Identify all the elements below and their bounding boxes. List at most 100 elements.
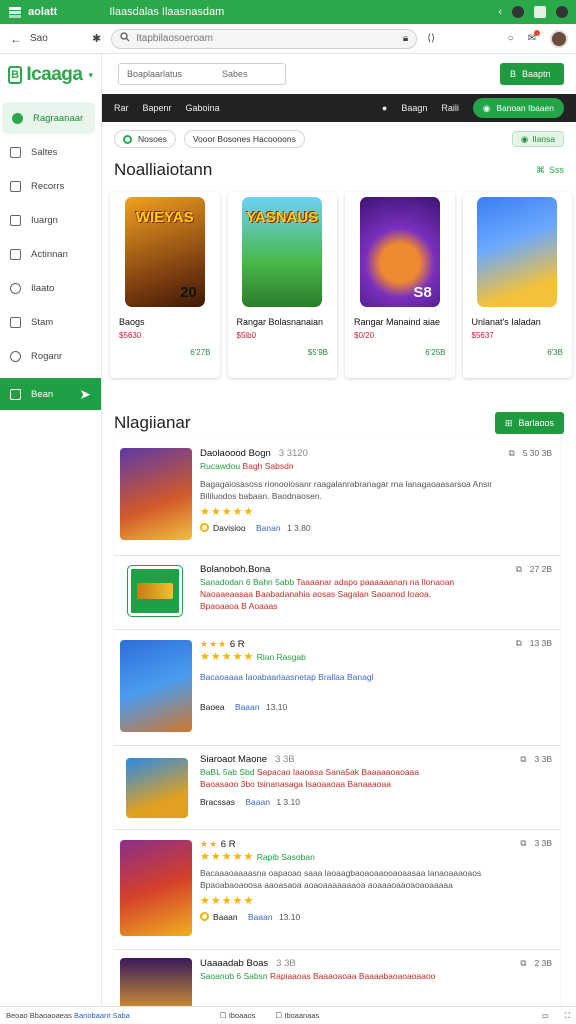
- footer-item[interactable]: ☐ Iboaanaas: [275, 1011, 319, 1020]
- list-item[interactable]: Daolaoood Bogn 3 3120 Rucawdou Bagh Sabsd…: [114, 440, 560, 556]
- logo[interactable]: B Icaaga ▾: [0, 54, 101, 92]
- search-row: Boaplaarlatus Sabes B Baaptn: [102, 54, 576, 94]
- status-title: Ilaasdalas Ilaasnasdam: [109, 6, 225, 18]
- item-tag-alt: Taaaanar adapo paaaaaanan na Ilonaoan: [296, 577, 455, 587]
- sidebar-item-bean[interactable]: Bean ➤: [0, 378, 101, 410]
- segmented-filter[interactable]: Boaplaarlatus Sabes: [118, 63, 286, 85]
- primary-action-button[interactable]: B Baaptn: [500, 63, 564, 85]
- sidebar: B Icaaga ▾ Ragraanaar Saltes Recorrs Iua…: [0, 54, 102, 1006]
- tabs-icon[interactable]: ⟨⟩: [427, 33, 435, 44]
- chevron-down-icon[interactable]: ▾: [88, 70, 93, 81]
- section-title: Nlagiianar: [114, 413, 191, 432]
- sidebar-item-explore[interactable]: Ilaato: [0, 272, 101, 304]
- item-title: 6 R: [229, 639, 245, 650]
- account-icon[interactable]: [556, 6, 568, 18]
- filter-chip-label: Nosoes: [138, 134, 167, 144]
- back-arrow-icon[interactable]: ←: [8, 32, 24, 46]
- item-actions[interactable]: ⧉ 3 3B: [520, 754, 552, 765]
- item-actions[interactable]: ⧉ 27 2B: [516, 564, 552, 575]
- filter-chip-active[interactable]: ◉ Ilansa: [511, 131, 564, 147]
- item-footer-b[interactable]: Baaan: [248, 912, 273, 922]
- copy-icon[interactable]: ⧉: [520, 838, 526, 849]
- list-action-button[interactable]: ⊞ Barlaoos: [494, 412, 564, 434]
- coin-icon: [200, 912, 209, 921]
- segment-right[interactable]: Sabes: [222, 69, 248, 79]
- see-all-link[interactable]: ⌘ Sss: [536, 165, 564, 176]
- game-card[interactable]: YASNAUS Rangar Bolasnanaian $5ib0 $5'9B: [227, 192, 337, 378]
- item-actions[interactable]: ⧉ 3 3B: [520, 838, 552, 849]
- copy-icon[interactable]: ⧉: [520, 754, 526, 765]
- list-item-body: Uaaaadab Boas 3 3B Saoanob 6 Sabsn Rapiaa…: [200, 958, 552, 982]
- item-action-label: 3 3B: [534, 754, 553, 764]
- sidebar-item-settings[interactable]: Roganr: [0, 340, 101, 372]
- item-footer-b[interactable]: Baaan: [235, 702, 260, 712]
- sidebar-item-label: Roganr: [31, 350, 63, 362]
- notification-icon[interactable]: ○: [508, 33, 514, 44]
- item-footer-b[interactable]: Banan: [256, 523, 281, 533]
- category-tab[interactable]: Raili: [441, 103, 459, 113]
- fullscreen-icon[interactable]: ⛶: [565, 1011, 570, 1021]
- check-icon: ◉: [520, 133, 529, 144]
- category-tab[interactable]: Bapenr: [143, 103, 172, 113]
- sidebar-item-stats[interactable]: Stam: [0, 306, 101, 338]
- back-label[interactable]: Sao: [30, 33, 80, 44]
- window-icon[interactable]: [534, 6, 546, 18]
- list-item[interactable]: Bolanoboh.Bona Sanadodan 6 Bahn 5abb Taa…: [114, 556, 560, 630]
- category-tab[interactable]: Baagn: [401, 103, 427, 113]
- card-title: Baogs: [119, 317, 145, 327]
- sidebar-item-records[interactable]: Recorrs: [0, 170, 101, 202]
- profile-icon[interactable]: [512, 6, 524, 18]
- address-bar[interactable]: 🔒︎: [111, 28, 418, 49]
- item-description-2: Bpaoabaoaoosa aaoasaoa aoaoaaaaaaaoa aoa…: [200, 880, 453, 890]
- sidebar-item-label: Stam: [31, 316, 54, 328]
- sidebar-item-store[interactable]: Ragraanaar: [2, 102, 95, 134]
- filter-chip[interactable]: Vooor Bosones Hacoooons: [183, 130, 305, 148]
- window-icon[interactable]: ▭: [542, 1011, 549, 1021]
- copy-icon[interactable]: ⧉: [509, 448, 515, 459]
- avatar[interactable]: [550, 29, 568, 48]
- copy-icon[interactable]: ⧉: [516, 638, 522, 649]
- item-actions[interactable]: ⧉ 13 3B: [516, 638, 552, 649]
- category-tab[interactable]: Gaboina: [186, 103, 220, 113]
- list-item[interactable]: ★★★ 6 R ★★★★★ Rlan Rasgab Bacaoaaaa Iaoa…: [114, 630, 560, 746]
- checkbox-icon: ☐: [275, 1011, 283, 1020]
- footer-item[interactable]: ☐ Iboaaos: [220, 1011, 256, 1020]
- messages-icon[interactable]: ✉: [528, 30, 541, 44]
- item-actions[interactable]: ⧉ 2 3B: [520, 958, 552, 969]
- game-card[interactable]: Unlanat's Ialadan $5637 6'3B: [462, 192, 572, 378]
- sidebar-item-actions[interactable]: Actinnan: [0, 238, 101, 270]
- game-card[interactable]: S8 Rangar Manaind aiae $0/20 6'25B: [345, 192, 455, 378]
- pin-star-icon[interactable]: ✱: [92, 32, 101, 45]
- footer-link[interactable]: Banobaant Saba: [74, 1011, 130, 1020]
- promo-pill[interactable]: ◉ Banoan Ibaaen: [472, 98, 564, 118]
- item-actions[interactable]: ⧉ 5 30 3B: [509, 448, 552, 459]
- item-footer-a: Baoea: [200, 702, 225, 712]
- item-action-label: 5 30 3B: [522, 448, 552, 458]
- category-tab[interactable]: Rar: [114, 103, 129, 113]
- copy-icon[interactable]: ⧉: [520, 958, 526, 969]
- chat-icon[interactable]: ●: [382, 103, 387, 113]
- list-item[interactable]: ★★ 6 R ★★★★★ Rapib Sasoban Bacaaaoaaaasn…: [114, 830, 560, 950]
- game-card[interactable]: WIEYAS 20 Baogs $5630 6'27B: [110, 192, 220, 378]
- browser-toolbar: ← Sao ✱ 🔒︎ ⟨⟩ ○ ✉: [0, 24, 576, 54]
- sidebar-item-sales[interactable]: Saltes: [0, 136, 101, 168]
- logo-text: Icaaga: [26, 64, 83, 85]
- item-footer-c: 13.10: [278, 912, 301, 922]
- item-title: Siaroaot Maone: [200, 754, 268, 765]
- copy-icon[interactable]: ⧉: [516, 564, 522, 575]
- filter-chip[interactable]: Nosoes: [114, 130, 176, 148]
- card-title: Rangar Manaind aiae: [354, 317, 441, 327]
- sidebar-item-device[interactable]: Iuargn: [0, 204, 101, 236]
- list-item-body: Bolanoboh.Bona Sanadodan 6 Bahn 5abb Taa…: [200, 564, 552, 612]
- item-footer-b[interactable]: Baaan: [245, 797, 270, 807]
- segment-left[interactable]: Boaplaarlatus: [127, 69, 182, 79]
- grid-icon: [10, 388, 21, 400]
- share-arrow-icon[interactable]: ➤: [79, 386, 91, 403]
- sidebar-item-label: Bean: [31, 388, 54, 400]
- list-item[interactable]: Siaroaot Maone 3 3B BaBL 5ab Sbd Sapacao …: [114, 746, 560, 830]
- url-input[interactable]: [136, 33, 397, 44]
- item-footer-a: Bracssas: [200, 797, 235, 807]
- chevron-left-icon[interactable]: ‹: [498, 6, 502, 18]
- item-title: Bolanoboh.Bona: [200, 564, 271, 575]
- status-bar: aolatt Ilaasdalas Ilaasnasdam ‹: [0, 0, 576, 24]
